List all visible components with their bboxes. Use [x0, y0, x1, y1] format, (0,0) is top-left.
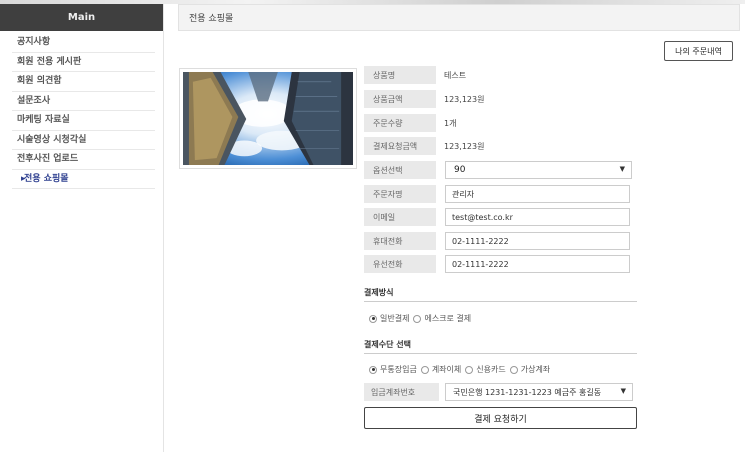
request-payment-button[interactable]: 결제 요청하기	[364, 407, 637, 429]
radio-label: 무통장입금	[380, 365, 417, 374]
payment-amount-value: 123,123원	[444, 141, 485, 151]
radio-label: 신용카드	[476, 365, 506, 374]
order-quantity-value: 1개	[444, 118, 457, 128]
radio-bank-deposit[interactable]: 무통장입금	[369, 364, 417, 375]
mobile-label: 휴대전화	[364, 232, 436, 250]
email-row: 이메일	[364, 208, 436, 226]
order-quantity-row: 주문수량 1개	[364, 114, 456, 132]
sidebar-item-member-opinion[interactable]: 회원 의견함	[12, 72, 155, 92]
deposit-account-value: 국민은행 1231-1231-1223 예금주 홍길동	[453, 387, 602, 397]
sidebar-item-label: 회원 전용 게시판	[17, 56, 82, 67]
chevron-down-icon: ▼	[620, 387, 626, 395]
sidebar-item-video-room[interactable]: 시술영상 시청각실	[12, 131, 155, 150]
order-quantity-label: 주문수량	[364, 114, 436, 132]
sidebar-item-photo-upload[interactable]: 전후사진 업로드	[12, 150, 155, 170]
sidebar-item-shop[interactable]: ▸ 전용 쇼핑몰	[12, 170, 155, 189]
product-price-label: 상품금액	[364, 90, 436, 108]
payment-method-title: 결제방식	[364, 288, 394, 297]
product-name-value: 테스트	[444, 70, 467, 80]
sidebar-item-marketing[interactable]: 마케팅 자료실	[12, 111, 155, 131]
phone-label: 유선전화	[364, 255, 436, 273]
product-name-label: 상품명	[364, 66, 436, 84]
page-title-bar: 전용 쇼핑몰	[178, 4, 740, 31]
sidebar-divider	[163, 4, 164, 452]
payment-method-group: 일반결제 에스크로 결제	[369, 313, 475, 324]
section-divider	[364, 301, 637, 302]
product-price-row: 상품금액 123,123원	[364, 90, 484, 108]
sidebar-item-survey[interactable]: 설문조사	[12, 92, 155, 111]
sidebar: Main 공지사항 회원 전용 게시판 회원 의견함 설문조사 마케팅 자료실 …	[0, 4, 163, 452]
page-title: 전용 쇼핑몰	[189, 14, 234, 24]
payment-means-group: 무통장입금 계좌이체 신용카드 가상계좌	[369, 364, 554, 375]
section-divider	[364, 353, 637, 354]
deposit-account-label: 입금계좌번호	[364, 383, 439, 401]
email-label: 이메일	[364, 208, 436, 226]
option-row: 옵션선택	[364, 161, 436, 179]
radio-general-payment[interactable]: 일반결제	[369, 313, 409, 324]
payment-amount-row: 결제요청금액 123,123원	[364, 137, 484, 155]
sidebar-item-label: 시술영상 시청각실	[17, 134, 87, 145]
order-history-button[interactable]: 나의 주문내역	[664, 41, 733, 61]
radio-unchecked-icon	[420, 365, 429, 374]
orderer-row: 주문자명	[364, 185, 436, 203]
landline-phone-input[interactable]	[445, 255, 630, 273]
radio-unchecked-icon	[509, 365, 518, 374]
radio-unchecked-icon	[413, 314, 422, 323]
option-select-value: 90	[454, 165, 466, 175]
deposit-account-select[interactable]: 국민은행 1231-1231-1223 예금주 홍길동 ▼	[445, 383, 633, 401]
sidebar-menu: 공지사항 회원 전용 게시판 회원 의견함 설문조사 마케팅 자료실 시술영상 …	[0, 33, 163, 189]
radio-label: 계좌이체	[431, 365, 462, 374]
sidebar-item-label: 공지사항	[17, 37, 51, 47]
product-name-row: 상품명 테스트	[364, 66, 466, 84]
phone-row: 유선전화	[364, 255, 436, 273]
orderer-label: 주문자명	[364, 185, 436, 203]
radio-label: 에스크로 결제	[424, 314, 472, 323]
option-label: 옵션선택	[364, 161, 436, 179]
payment-means-title: 결제수단 선택	[364, 340, 411, 349]
radio-unchecked-icon	[465, 365, 474, 374]
radio-label: 가상계좌	[520, 365, 551, 374]
radio-checked-icon	[369, 365, 377, 374]
sidebar-item-notice[interactable]: 공지사항	[12, 33, 155, 53]
sidebar-item-member-board[interactable]: 회원 전용 게시판	[12, 53, 155, 72]
product-price-value: 123,123원	[444, 94, 485, 104]
sidebar-item-label: 전용 쇼핑몰	[24, 173, 69, 184]
radio-account-transfer[interactable]: 계좌이체	[420, 364, 462, 375]
option-select[interactable]: 90 ▼	[445, 161, 632, 179]
sidebar-item-label: 회원 의견함	[17, 76, 62, 86]
radio-escrow-payment[interactable]: 에스크로 결제	[413, 313, 471, 324]
mobile-row: 휴대전화	[364, 232, 436, 250]
payment-amount-label: 결제요청금액	[364, 137, 436, 155]
radio-virtual-account[interactable]: 가상계좌	[509, 364, 551, 375]
sidebar-item-label: 설문조사	[17, 95, 51, 106]
sidebar-header: Main	[0, 4, 163, 31]
mobile-phone-input[interactable]	[445, 232, 630, 250]
email-input[interactable]	[445, 208, 630, 226]
radio-label: 일반결제	[380, 314, 410, 323]
skyscraper-photo-icon	[183, 72, 353, 165]
radio-credit-card[interactable]: 신용카드	[465, 364, 506, 375]
orderer-name-input[interactable]	[445, 185, 630, 203]
radio-checked-icon	[369, 314, 377, 323]
sidebar-item-label: 마케팅 자료실	[17, 115, 70, 125]
chevron-down-icon: ▼	[619, 165, 625, 173]
sidebar-item-label: 전후사진 업로드	[17, 154, 79, 164]
product-image	[179, 68, 357, 169]
